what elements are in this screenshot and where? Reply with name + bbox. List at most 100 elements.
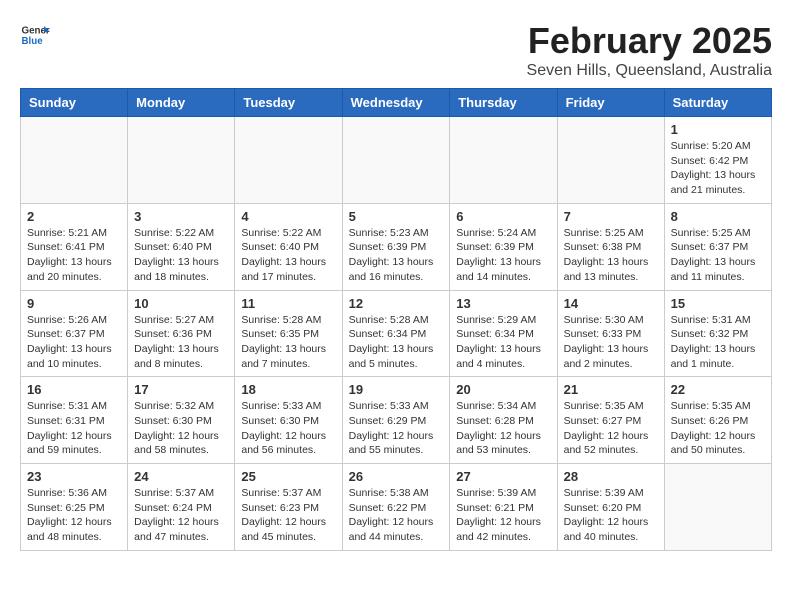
- table-row: 25 Sunrise: 5:37 AM Sunset: 6:23 PM Dayli…: [235, 464, 342, 551]
- table-row: 28 Sunrise: 5:39 AM Sunset: 6:20 PM Dayli…: [557, 464, 664, 551]
- day-info: Sunrise: 5:36 AM Sunset: 6:25 PM Dayligh…: [27, 486, 121, 545]
- day-info: Sunrise: 5:30 AM Sunset: 6:33 PM Dayligh…: [564, 313, 658, 372]
- table-row: 18 Sunrise: 5:33 AM Sunset: 6:30 PM Dayli…: [235, 377, 342, 464]
- table-row: 4 Sunrise: 5:22 AM Sunset: 6:40 PM Daylig…: [235, 203, 342, 290]
- day-number: 16: [27, 382, 121, 397]
- table-row: 9 Sunrise: 5:26 AM Sunset: 6:37 PM Daylig…: [21, 290, 128, 377]
- day-number: 15: [671, 296, 765, 311]
- day-info: Sunrise: 5:22 AM Sunset: 6:40 PM Dayligh…: [134, 226, 228, 285]
- page-subtitle: Seven Hills, Queensland, Australia: [20, 62, 772, 80]
- day-info: Sunrise: 5:29 AM Sunset: 6:34 PM Dayligh…: [456, 313, 550, 372]
- day-number: 13: [456, 296, 550, 311]
- header: General Blue February 2025 Seven Hills, …: [20, 20, 772, 80]
- table-row: 1Sunrise: 5:20 AM Sunset: 6:42 PM Daylig…: [664, 117, 771, 204]
- day-number: 28: [564, 469, 658, 484]
- table-row: 27 Sunrise: 5:39 AM Sunset: 6:21 PM Dayli…: [450, 464, 557, 551]
- calendar-week-row: 16 Sunrise: 5:31 AM Sunset: 6:31 PM Dayli…: [21, 377, 772, 464]
- header-saturday: Saturday: [664, 89, 771, 117]
- table-row: 26 Sunrise: 5:38 AM Sunset: 6:22 PM Dayli…: [342, 464, 450, 551]
- day-number: 3: [134, 209, 228, 224]
- day-number: 8: [671, 209, 765, 224]
- day-number: 22: [671, 382, 765, 397]
- table-row: 22 Sunrise: 5:35 AM Sunset: 6:26 PM Dayli…: [664, 377, 771, 464]
- day-number: 11: [241, 296, 335, 311]
- day-number: 12: [349, 296, 444, 311]
- day-info: Sunrise: 5:31 AM Sunset: 6:31 PM Dayligh…: [27, 399, 121, 458]
- logo-icon: General Blue: [20, 20, 50, 50]
- table-row: 2 Sunrise: 5:21 AM Sunset: 6:41 PM Daylig…: [21, 203, 128, 290]
- day-info: Sunrise: 5:32 AM Sunset: 6:30 PM Dayligh…: [134, 399, 228, 458]
- day-number: 9: [27, 296, 121, 311]
- day-number: 23: [27, 469, 121, 484]
- day-info: Sunrise: 5:33 AM Sunset: 6:29 PM Dayligh…: [349, 399, 444, 458]
- calendar-week-row: 1Sunrise: 5:20 AM Sunset: 6:42 PM Daylig…: [21, 117, 772, 204]
- calendar-week-row: 2 Sunrise: 5:21 AM Sunset: 6:41 PM Daylig…: [21, 203, 772, 290]
- calendar-week-row: 23 Sunrise: 5:36 AM Sunset: 6:25 PM Dayli…: [21, 464, 772, 551]
- day-number: 6: [456, 209, 550, 224]
- table-row: [342, 117, 450, 204]
- day-info: Sunrise: 5:25 AM Sunset: 6:37 PM Dayligh…: [671, 226, 765, 285]
- table-row: 20Sunrise: 5:34 AM Sunset: 6:28 PM Dayli…: [450, 377, 557, 464]
- day-info: Sunrise: 5:26 AM Sunset: 6:37 PM Dayligh…: [27, 313, 121, 372]
- table-row: 3 Sunrise: 5:22 AM Sunset: 6:40 PM Daylig…: [128, 203, 235, 290]
- table-row: 11 Sunrise: 5:28 AM Sunset: 6:35 PM Dayli…: [235, 290, 342, 377]
- day-number: 21: [564, 382, 658, 397]
- day-info: Sunrise: 5:24 AM Sunset: 6:39 PM Dayligh…: [456, 226, 550, 285]
- header-tuesday: Tuesday: [235, 89, 342, 117]
- table-row: 17 Sunrise: 5:32 AM Sunset: 6:30 PM Dayli…: [128, 377, 235, 464]
- table-row: 7 Sunrise: 5:25 AM Sunset: 6:38 PM Daylig…: [557, 203, 664, 290]
- day-number: 4: [241, 209, 335, 224]
- day-number: 24: [134, 469, 228, 484]
- calendar-table: Sunday Monday Tuesday Wednesday Thursday…: [20, 88, 772, 551]
- day-number: 14: [564, 296, 658, 311]
- day-number: 19: [349, 382, 444, 397]
- day-number: 18: [241, 382, 335, 397]
- day-info: Sunrise: 5:35 AM Sunset: 6:26 PM Dayligh…: [671, 399, 765, 458]
- table-row: 10 Sunrise: 5:27 AM Sunset: 6:36 PM Dayli…: [128, 290, 235, 377]
- table-row: 13 Sunrise: 5:29 AM Sunset: 6:34 PM Dayli…: [450, 290, 557, 377]
- day-info: Sunrise: 5:21 AM Sunset: 6:41 PM Dayligh…: [27, 226, 121, 285]
- day-info: Sunrise: 5:20 AM Sunset: 6:42 PM Dayligh…: [671, 139, 765, 198]
- table-row: 23 Sunrise: 5:36 AM Sunset: 6:25 PM Dayli…: [21, 464, 128, 551]
- day-info: Sunrise: 5:25 AM Sunset: 6:38 PM Dayligh…: [564, 226, 658, 285]
- table-row: [664, 464, 771, 551]
- day-number: 17: [134, 382, 228, 397]
- svg-text:Blue: Blue: [22, 36, 44, 47]
- day-info: Sunrise: 5:37 AM Sunset: 6:23 PM Dayligh…: [241, 486, 335, 545]
- calendar-header-row: Sunday Monday Tuesday Wednesday Thursday…: [21, 89, 772, 117]
- day-info: Sunrise: 5:22 AM Sunset: 6:40 PM Dayligh…: [241, 226, 335, 285]
- day-info: Sunrise: 5:33 AM Sunset: 6:30 PM Dayligh…: [241, 399, 335, 458]
- table-row: 6 Sunrise: 5:24 AM Sunset: 6:39 PM Daylig…: [450, 203, 557, 290]
- day-info: Sunrise: 5:28 AM Sunset: 6:35 PM Dayligh…: [241, 313, 335, 372]
- day-info: Sunrise: 5:39 AM Sunset: 6:21 PM Dayligh…: [456, 486, 550, 545]
- table-row: [557, 117, 664, 204]
- table-row: 8 Sunrise: 5:25 AM Sunset: 6:37 PM Daylig…: [664, 203, 771, 290]
- day-number: 25: [241, 469, 335, 484]
- day-info: Sunrise: 5:39 AM Sunset: 6:20 PM Dayligh…: [564, 486, 658, 545]
- day-number: 7: [564, 209, 658, 224]
- table-row: 21 Sunrise: 5:35 AM Sunset: 6:27 PM Dayli…: [557, 377, 664, 464]
- header-monday: Monday: [128, 89, 235, 117]
- header-friday: Friday: [557, 89, 664, 117]
- day-info: Sunrise: 5:23 AM Sunset: 6:39 PM Dayligh…: [349, 226, 444, 285]
- day-info: Sunrise: 5:35 AM Sunset: 6:27 PM Dayligh…: [564, 399, 658, 458]
- day-info: Sunrise: 5:34 AM Sunset: 6:28 PM Dayligh…: [456, 399, 550, 458]
- table-row: 15 Sunrise: 5:31 AM Sunset: 6:32 PM Dayli…: [664, 290, 771, 377]
- day-number: 10: [134, 296, 228, 311]
- day-number: 26: [349, 469, 444, 484]
- day-info: Sunrise: 5:31 AM Sunset: 6:32 PM Dayligh…: [671, 313, 765, 372]
- day-number: 2: [27, 209, 121, 224]
- day-info: Sunrise: 5:27 AM Sunset: 6:36 PM Dayligh…: [134, 313, 228, 372]
- header-thursday: Thursday: [450, 89, 557, 117]
- day-info: Sunrise: 5:38 AM Sunset: 6:22 PM Dayligh…: [349, 486, 444, 545]
- table-row: 19 Sunrise: 5:33 AM Sunset: 6:29 PM Dayli…: [342, 377, 450, 464]
- table-row: [235, 117, 342, 204]
- day-number: 27: [456, 469, 550, 484]
- table-row: [450, 117, 557, 204]
- table-row: 12Sunrise: 5:28 AM Sunset: 6:34 PM Dayli…: [342, 290, 450, 377]
- table-row: 5Sunrise: 5:23 AM Sunset: 6:39 PM Daylig…: [342, 203, 450, 290]
- header-wednesday: Wednesday: [342, 89, 450, 117]
- table-row: [128, 117, 235, 204]
- table-row: 24Sunrise: 5:37 AM Sunset: 6:24 PM Dayli…: [128, 464, 235, 551]
- header-sunday: Sunday: [21, 89, 128, 117]
